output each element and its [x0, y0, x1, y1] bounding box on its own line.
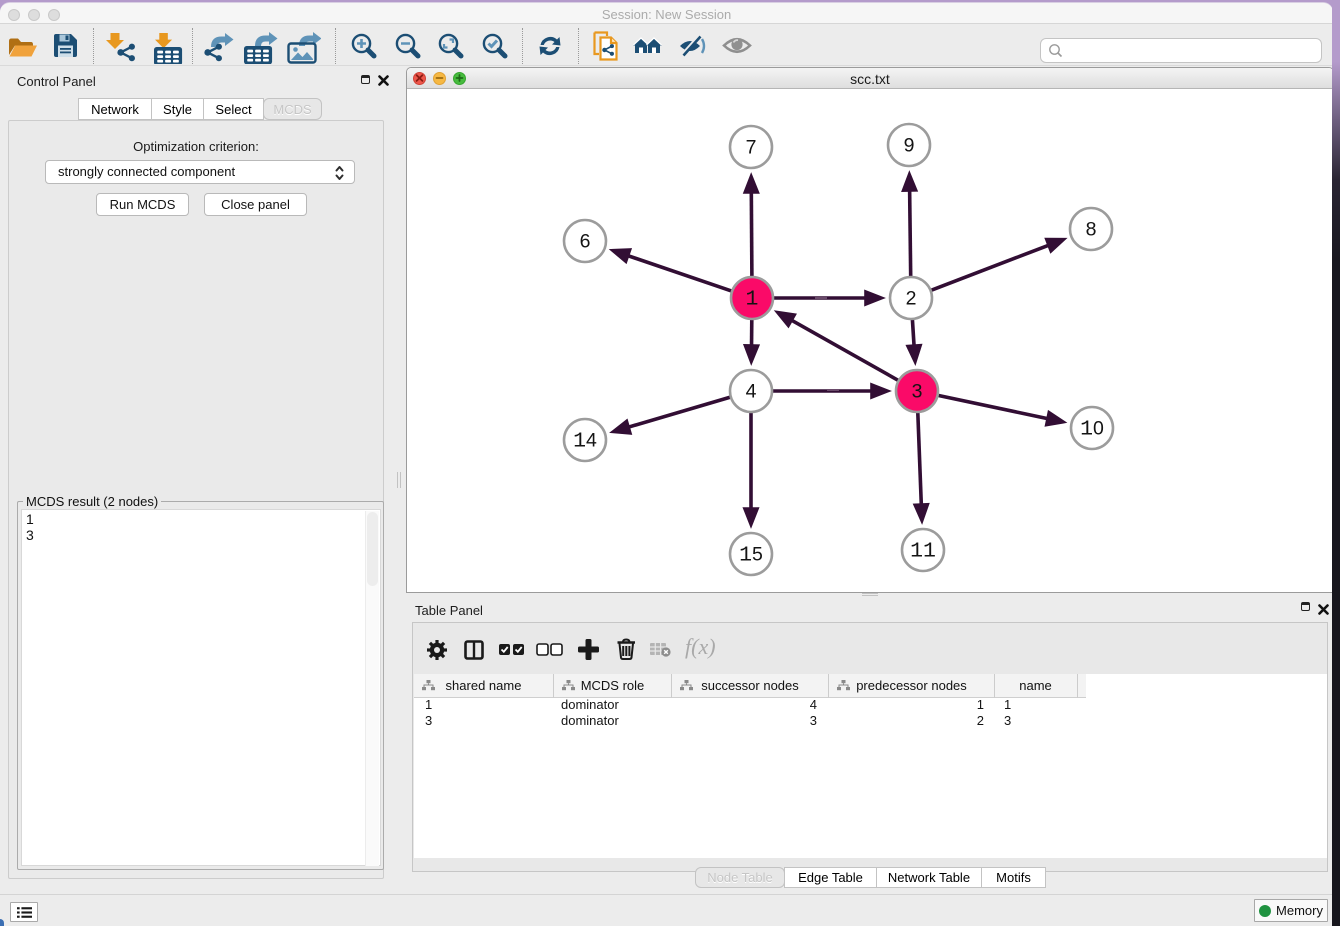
svg-text:4: 4	[746, 381, 757, 403]
svg-text:2: 2	[906, 288, 917, 310]
svg-text:7: 7	[746, 137, 757, 159]
svg-text:3: 3	[912, 381, 923, 403]
svg-text:6: 6	[580, 231, 591, 253]
svg-text:14: 14	[573, 430, 597, 454]
svg-text:15: 15	[739, 544, 763, 568]
svg-text:11: 11	[910, 540, 936, 564]
svg-text:9: 9	[904, 135, 915, 157]
svg-text:8: 8	[1086, 219, 1097, 241]
svg-text:1: 1	[746, 288, 759, 312]
svg-text:10: 10	[1080, 418, 1104, 442]
